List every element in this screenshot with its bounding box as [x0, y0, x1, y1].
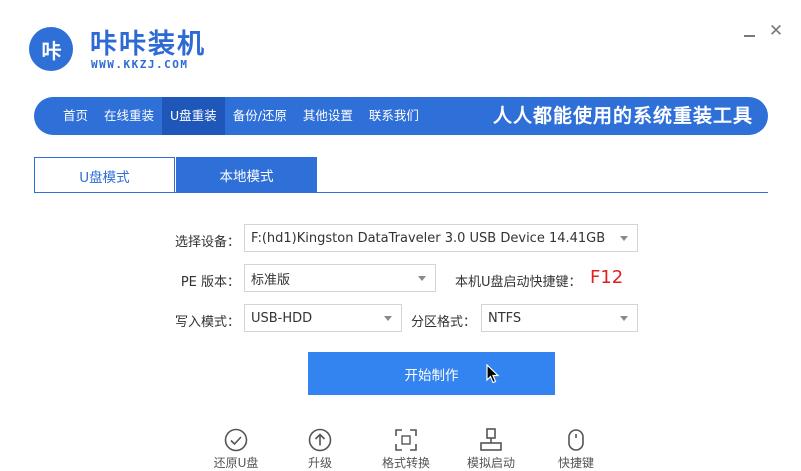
convert-icon[interactable]: [393, 427, 419, 453]
device-value: F:(hd1)Kingston DataTraveler 3.0 USB Dev…: [251, 230, 606, 246]
nav-item-usb-reinstall[interactable]: U盘重装: [162, 97, 225, 135]
close-icon: ✕: [768, 21, 784, 41]
chevron-down-icon: [620, 316, 628, 321]
simulate-boot-icon[interactable]: [478, 427, 504, 453]
simulate-boot-label: 模拟启动: [466, 456, 515, 470]
app-url: WWW.KKZJ.COM: [91, 58, 189, 71]
minimize-button[interactable]: [740, 22, 758, 40]
nav-item-home[interactable]: 首页: [55, 97, 96, 135]
tab-local-mode[interactable]: 本地模式: [176, 157, 317, 193]
device-select[interactable]: F:(hd1)Kingston DataTraveler 3.0 USB Dev…: [244, 224, 638, 252]
write-mode-value: USB-HDD: [251, 310, 313, 326]
pe-version-value: 标准版: [251, 272, 291, 288]
logo-icon: 咔: [29, 27, 73, 71]
upgrade-label: 升级: [307, 456, 332, 470]
mouse-cursor-icon: [486, 363, 500, 388]
pe-version-label: PE 版本：: [180, 275, 240, 290]
partition-label: 分区格式：: [411, 315, 477, 330]
tab-usb-mode[interactable]: U盘模式: [34, 157, 175, 193]
hotkey-value: F12: [590, 267, 624, 288]
start-make-button[interactable]: 开始制作: [308, 352, 555, 395]
minimize-icon: [743, 35, 755, 37]
convert-label: 格式转换: [381, 456, 430, 470]
shortcut-key-label: 快捷键: [557, 456, 594, 470]
nav-slogan: 人人都能使用的系统重装工具: [492, 105, 753, 127]
check-circle-icon[interactable]: [223, 427, 249, 453]
write-mode-label: 写入模式：: [174, 315, 240, 330]
nav-item-other-settings[interactable]: 其他设置: [295, 97, 361, 135]
nav-item-backup-restore[interactable]: 备份/还原: [225, 97, 295, 135]
chevron-down-icon: [418, 276, 426, 281]
write-mode-select[interactable]: USB-HDD: [244, 304, 402, 332]
chevron-down-icon: [620, 236, 628, 241]
logo-glyph: 咔: [41, 40, 62, 63]
upgrade-icon[interactable]: [307, 427, 333, 453]
nav-item-contact[interactable]: 联系我们: [361, 97, 427, 135]
partition-value: NTFS: [488, 310, 522, 326]
hotkey-label: 本机U盘启动快捷键：: [455, 275, 582, 290]
device-label: 选择设备：: [174, 235, 240, 250]
restore-usb-label: 还原U盘: [213, 456, 259, 470]
main-nav: 首页 在线重装 U盘重装 备份/还原 其他设置 联系我们 人人都能使用的系统重装…: [34, 97, 768, 135]
close-button[interactable]: ✕: [767, 21, 785, 41]
nav-item-online-reinstall[interactable]: 在线重装: [96, 97, 162, 135]
tab-divider: [34, 192, 768, 193]
chevron-down-icon: [384, 316, 392, 321]
partition-select[interactable]: NTFS: [481, 304, 638, 332]
pe-version-select[interactable]: 标准版: [244, 264, 436, 292]
shortcut-key-icon[interactable]: [563, 427, 589, 453]
app-title: 咔咔装机: [90, 29, 206, 60]
